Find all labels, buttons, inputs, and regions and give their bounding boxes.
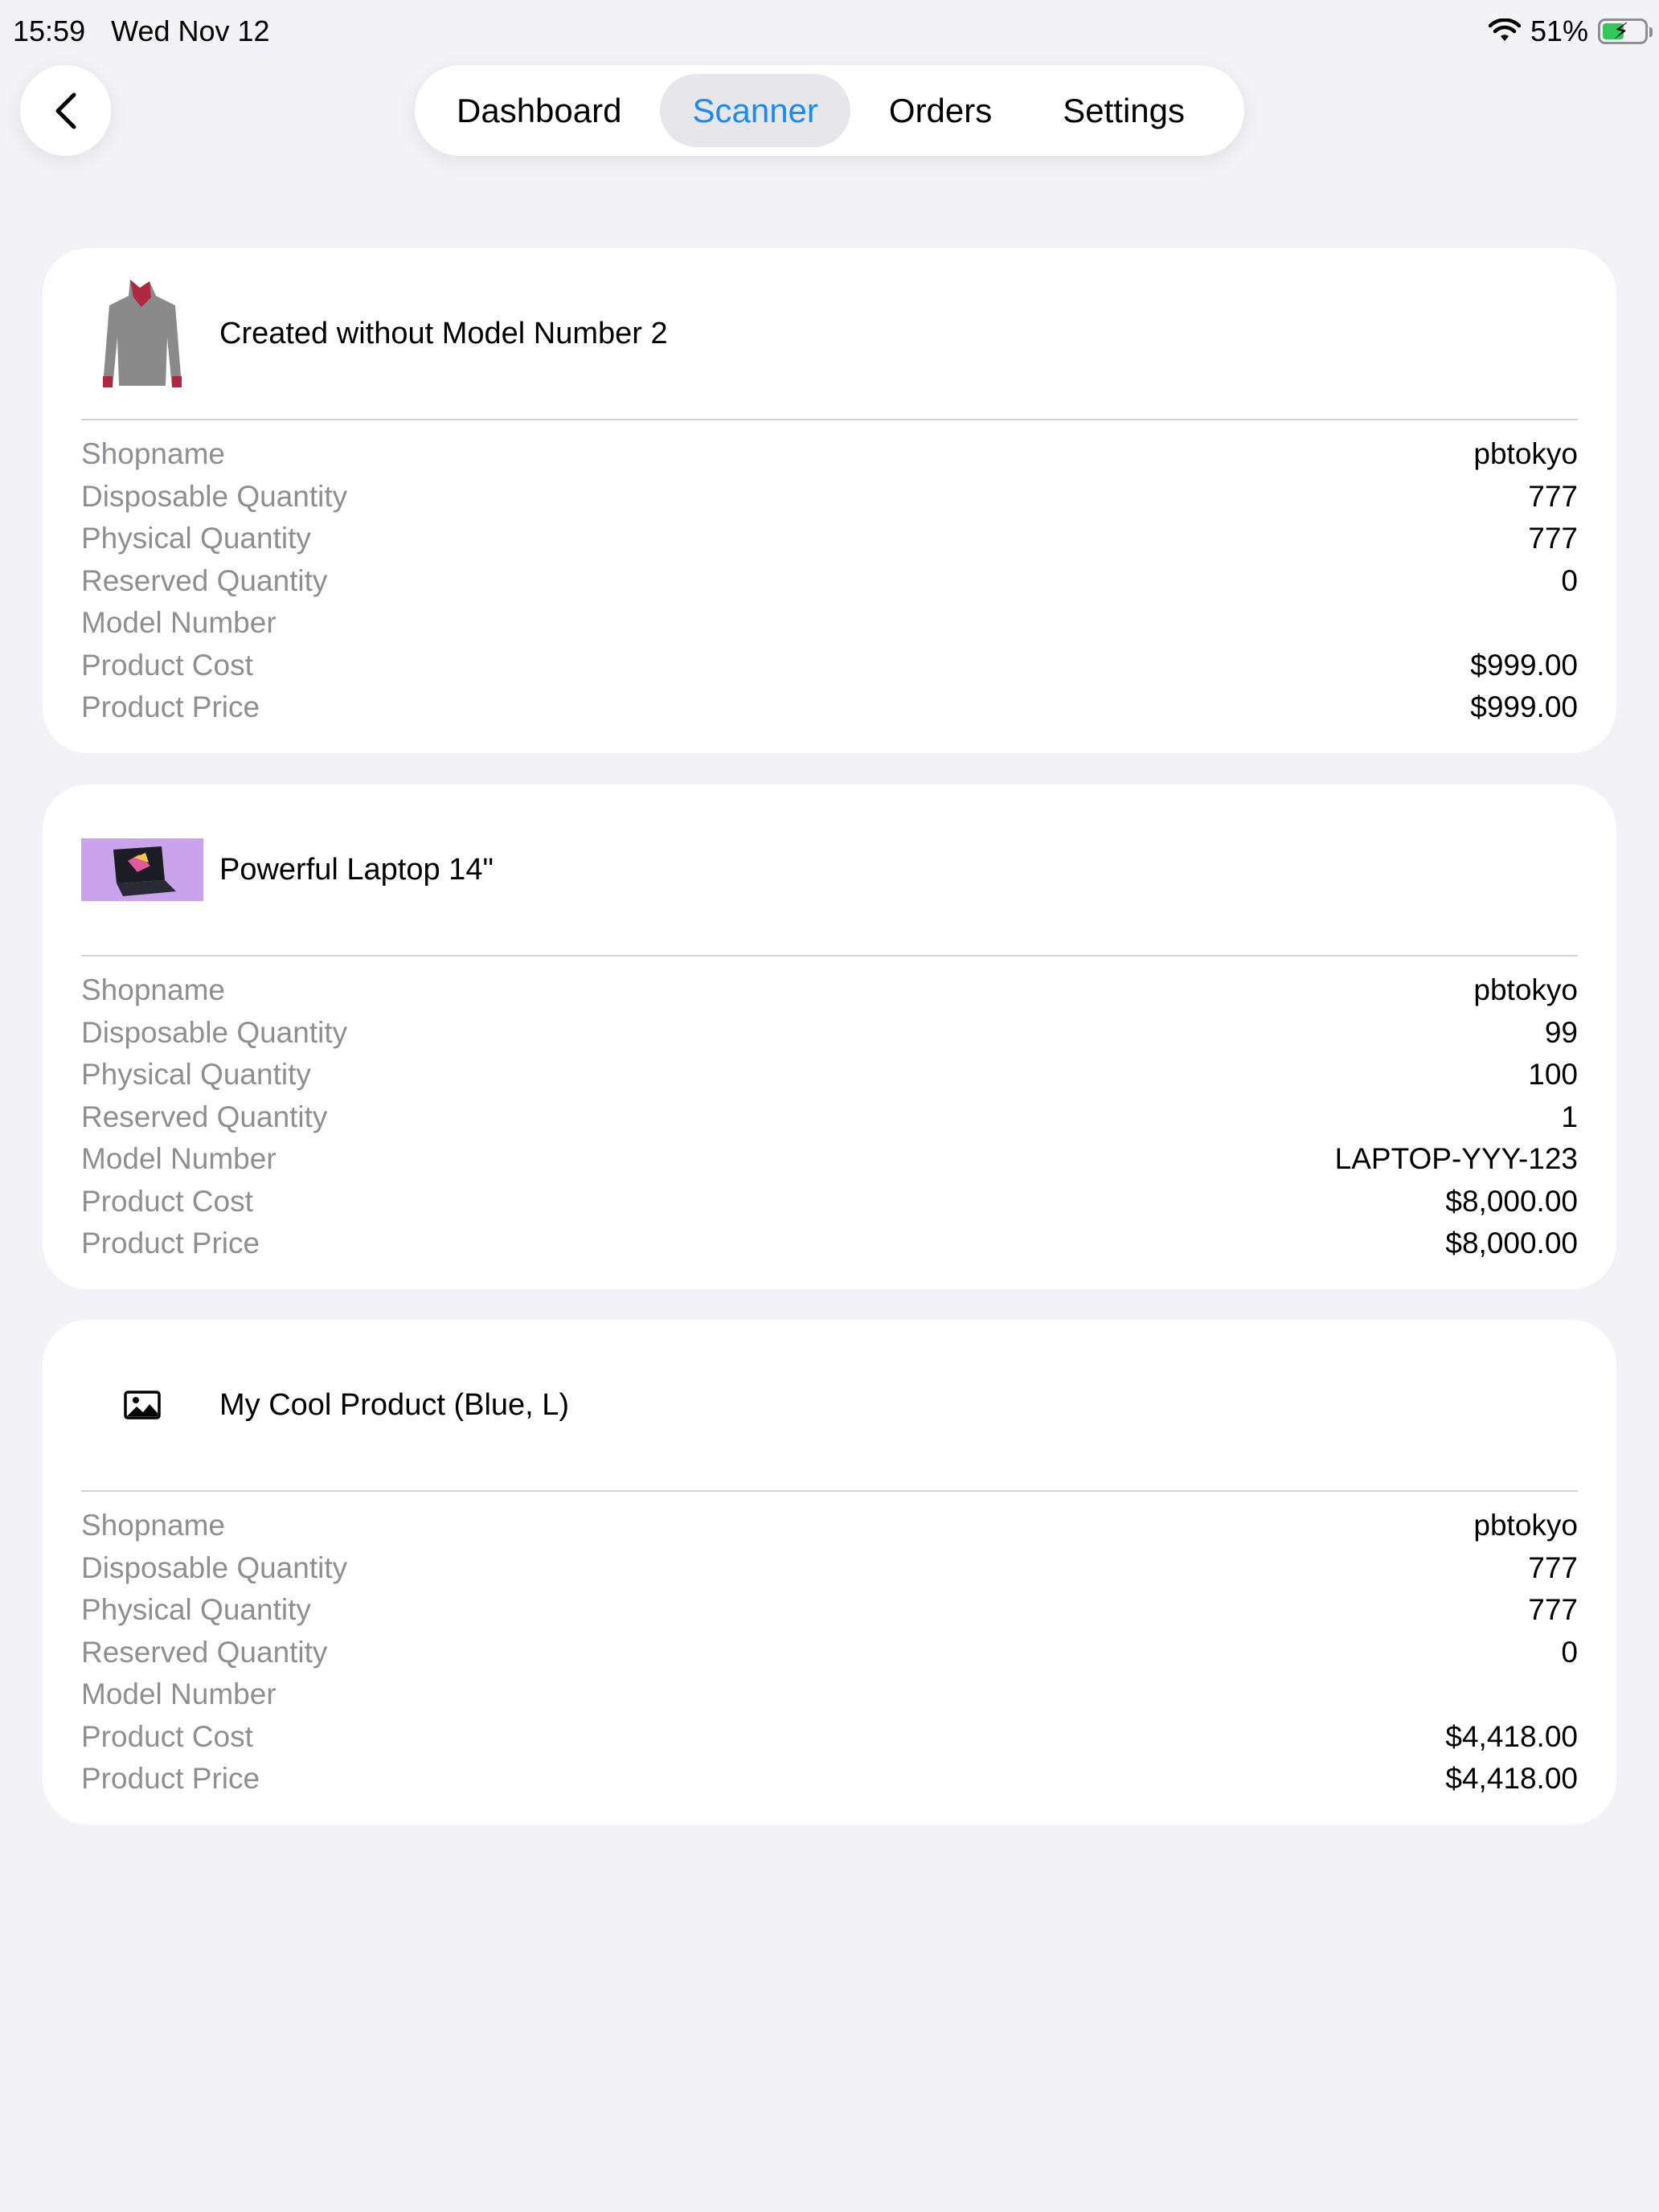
detail-label: Shopname	[81, 1509, 225, 1542]
detail-label: Disposable Quantity	[81, 479, 348, 513]
laptop-image	[81, 838, 203, 901]
detail-value: 0	[1561, 1635, 1578, 1669]
divider	[81, 419, 1578, 420]
charging-bolt-icon: ⚡	[1613, 18, 1629, 43]
product-title: Created without Model Number 2	[219, 316, 668, 350]
detail-row: Disposable Quantity 99	[81, 1012, 1578, 1055]
detail-label: Model Number	[81, 1677, 276, 1711]
detail-value: 1	[1561, 1100, 1578, 1133]
status-time: 15:59 Wed Nov 12	[13, 14, 270, 48]
detail-value: $8,000.00	[1445, 1227, 1578, 1260]
detail-row: Reserved Quantity 0	[81, 560, 1578, 603]
detail-value: 777	[1528, 1550, 1578, 1584]
detail-label: Disposable Quantity	[81, 1015, 348, 1049]
product-card[interactable]: Created without Model Number 2 Shopname p…	[43, 248, 1616, 753]
date: Wed Nov 12	[111, 14, 270, 47]
detail-value: $8,000.00	[1445, 1184, 1578, 1218]
wifi-icon	[1488, 18, 1521, 41]
product-thumbnail	[81, 272, 203, 395]
detail-label: Disposable Quantity	[81, 1550, 348, 1584]
detail-row: Product Cost $4,418.00	[81, 1716, 1578, 1759]
photo-placeholder-icon	[124, 1391, 161, 1419]
detail-label: Shopname	[81, 973, 225, 1007]
divider	[81, 955, 1578, 956]
product-details: Shopname pbtokyo Disposable Quantity 99 Ph…	[81, 969, 1578, 1265]
detail-label: Physical Quantity	[81, 1058, 311, 1092]
detail-value: $999.00	[1470, 648, 1578, 682]
detail-row: Shopname pbtokyo	[81, 969, 1578, 1012]
detail-row: Product Cost $999.00	[81, 645, 1578, 687]
product-title: My Cool Product (Blue, L)	[219, 1387, 570, 1422]
detail-row: Model Number	[81, 1673, 1578, 1716]
divider	[81, 1490, 1578, 1492]
tab-dashboard[interactable]: Dashboard	[424, 74, 653, 147]
product-thumbnail	[81, 1344, 203, 1466]
detail-row: Reserved Quantity 1	[81, 1096, 1578, 1139]
detail-row: Shopname pbtokyo	[81, 1505, 1578, 1547]
product-details: Shopname pbtokyo Disposable Quantity 777 P…	[81, 433, 1578, 729]
detail-label: Reserved Quantity	[81, 1635, 328, 1669]
detail-value: $4,418.00	[1445, 1762, 1578, 1796]
detail-value: pbtokyo	[1473, 1509, 1578, 1542]
detail-row: Disposable Quantity 777	[81, 476, 1578, 518]
detail-row: Shopname pbtokyo	[81, 433, 1578, 476]
detail-row: Product Price $8,000.00	[81, 1223, 1578, 1265]
detail-value: $999.00	[1470, 690, 1578, 724]
detail-label: Model Number	[81, 606, 276, 640]
product-card[interactable]: Powerful Laptop 14" Shopname pbtokyo Disp…	[43, 784, 1616, 1289]
detail-label: Product Cost	[81, 648, 253, 682]
product-title: Powerful Laptop 14"	[219, 852, 494, 887]
battery-percent: 51%	[1530, 14, 1588, 47]
detail-value: pbtokyo	[1473, 973, 1578, 1007]
detail-label: Product Cost	[81, 1184, 253, 1218]
detail-value: 0	[1561, 563, 1578, 597]
detail-value: 100	[1528, 1058, 1578, 1092]
product-card[interactable]: My Cool Product (Blue, L) Shopname pbtoky…	[43, 1320, 1616, 1825]
back-button[interactable]	[20, 65, 111, 156]
detail-row: Physical Quantity 777	[81, 1589, 1578, 1632]
detail-value: 777	[1528, 1593, 1578, 1627]
sweater-image	[103, 280, 182, 387]
detail-label: Physical Quantity	[81, 1593, 311, 1627]
detail-value: $4,418.00	[1445, 1719, 1578, 1753]
product-thumbnail	[81, 809, 203, 931]
detail-label: Shopname	[81, 437, 225, 471]
detail-row: Reserved Quantity 0	[81, 1632, 1578, 1674]
status-indicators: 51% ⚡	[1488, 14, 1653, 48]
detail-row: Model Number LAPTOP-YYY-123	[81, 1138, 1578, 1181]
detail-value: 99	[1544, 1015, 1578, 1049]
detail-value: LAPTOP-YYY-123	[1334, 1142, 1578, 1176]
detail-label: Product Price	[81, 1762, 260, 1796]
detail-label: Product Price	[81, 1227, 260, 1260]
detail-row: Physical Quantity 100	[81, 1054, 1578, 1096]
chevron-left-icon	[55, 92, 76, 129]
product-header: Powerful Laptop 14"	[81, 784, 1578, 955]
clock: 15:59	[13, 14, 86, 47]
detail-value: 777	[1528, 479, 1578, 513]
detail-row: Product Price $999.00	[81, 686, 1578, 729]
segmented-tab-bar: Dashboard Scanner Orders Settings	[415, 65, 1244, 156]
detail-label: Reserved Quantity	[81, 1100, 328, 1133]
detail-value: pbtokyo	[1473, 437, 1578, 471]
detail-label: Model Number	[81, 1142, 276, 1176]
status-bar: 15:59 Wed Nov 12 51% ⚡	[0, 0, 1659, 64]
tab-orders[interactable]: Orders	[857, 74, 1024, 147]
detail-row: Disposable Quantity 777	[81, 1547, 1578, 1590]
product-details: Shopname pbtokyo Disposable Quantity 777 P…	[81, 1505, 1578, 1800]
detail-row: Product Cost $8,000.00	[81, 1181, 1578, 1223]
detail-label: Reserved Quantity	[81, 563, 328, 597]
product-header: Created without Model Number 2	[81, 248, 1578, 419]
tab-scanner[interactable]: Scanner	[660, 74, 850, 147]
detail-label: Physical Quantity	[81, 522, 311, 555]
detail-row: Physical Quantity 777	[81, 518, 1578, 560]
detail-row: Model Number	[81, 602, 1578, 645]
product-header: My Cool Product (Blue, L)	[81, 1320, 1578, 1490]
detail-value: 777	[1528, 522, 1578, 555]
tab-settings[interactable]: Settings	[1030, 74, 1217, 147]
detail-label: Product Cost	[81, 1719, 253, 1753]
detail-row: Product Price $4,418.00	[81, 1758, 1578, 1800]
detail-label: Product Price	[81, 690, 260, 724]
battery-icon: ⚡	[1598, 18, 1653, 44]
